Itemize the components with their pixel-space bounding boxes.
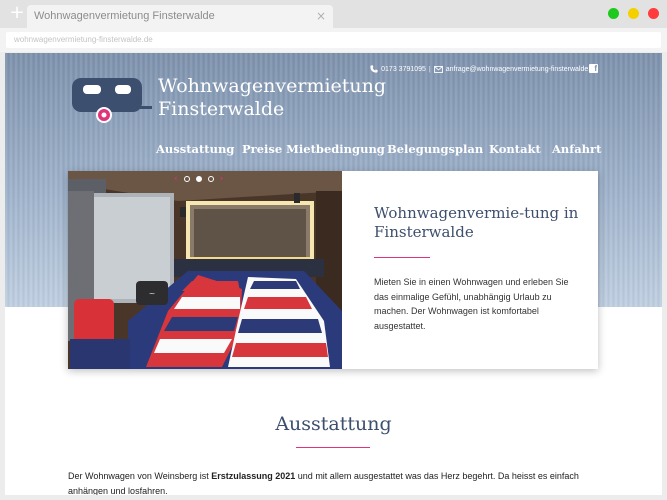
slider-dot[interactable] [183,176,190,182]
section-title-underline [296,447,370,448]
window-close-button[interactable] [648,8,659,19]
brand-line-1: Wohnwagenvermietung [158,75,387,97]
caravan-logo-icon[interactable] [70,75,154,125]
caravan-interior-illustration: ~ [68,171,342,369]
address-bar-area: wohnwagenvermietung-finsterwalde.de [0,28,667,52]
nav-belegungsplan[interactable]: Belegungsplan [387,142,483,156]
email-link[interactable]: anfrage@wohnwagenvermietung-finsterwalde… [446,66,598,73]
slider-body: Mieten Sie in einen Wohnwagen und erlebe… [374,277,569,331]
brand-line-2: Finsterwalde [158,98,285,120]
nav-preise-mietbedingung[interactable]: Preise Mietbedingung [242,142,385,156]
url-text: wohnwagenvermietung-finsterwalde.de [14,35,153,44]
slider-title: Wohnwagenvermie-tung in Finsterwalde [374,204,579,241]
address-bar[interactable]: wohnwagenvermietung-finsterwalde.de [6,32,661,48]
site-brand[interactable]: Wohnwagenvermietung Finsterwalde [158,75,386,121]
slider-prev-button[interactable]: ‹ [174,174,178,184]
browser-tab-bar: + Wohnwagenvermietung Finsterwalde × [0,0,667,28]
section-body: Der Wohnwagen von Weinsberg ist Erstzula… [68,469,598,495]
phone-icon [370,65,378,73]
nav-kontakt[interactable]: Kontakt [489,142,541,156]
window-maximize-button[interactable] [608,8,619,19]
nav-anfahrt[interactable]: Anfahrt [552,142,601,156]
contact-bar: 0173 3791095 | anfrage@wohnwagenvermietu… [370,65,598,73]
section-body-intro: Der Wohnwagen von Weinsberg ist [68,471,212,481]
slider-image-caravan-bed: ~ ‹ › [68,171,342,369]
browser-tab[interactable]: Wohnwagenvermietung Finsterwalde × [27,5,333,28]
nav-ausstattung[interactable]: Ausstattung [156,142,234,156]
slider-dot[interactable] [207,176,214,182]
svg-text:~: ~ [149,289,156,298]
facebook-icon[interactable]: f [589,64,598,73]
hero-slider: ~ ‹ › Wohnwagenvermie-tung in Finsterwal… [68,171,598,369]
slider-pagination: ‹ › [174,174,223,184]
tab-close-icon[interactable]: × [316,9,326,23]
section-body-highlight: Erstzulassung 2021 [211,471,296,481]
contact-separator: | [428,65,431,73]
mail-icon [433,65,443,73]
slider-dot-active[interactable] [195,176,202,182]
page-viewport: 0173 3791095 | anfrage@wohnwagenvermietu… [5,53,662,495]
slider-next-button[interactable]: › [220,174,224,184]
window-minimize-button[interactable] [628,8,639,19]
new-tab-button[interactable]: + [9,4,25,22]
slider-title-underline [374,257,430,258]
section-title: Ausstattung [275,413,392,435]
phone-link[interactable]: 0173 3791095 [381,66,426,73]
tab-title: Wohnwagenvermietung Finsterwalde [34,10,215,22]
slider-text-panel: Wohnwagenvermie-tung in Finsterwalde Mie… [342,171,598,369]
